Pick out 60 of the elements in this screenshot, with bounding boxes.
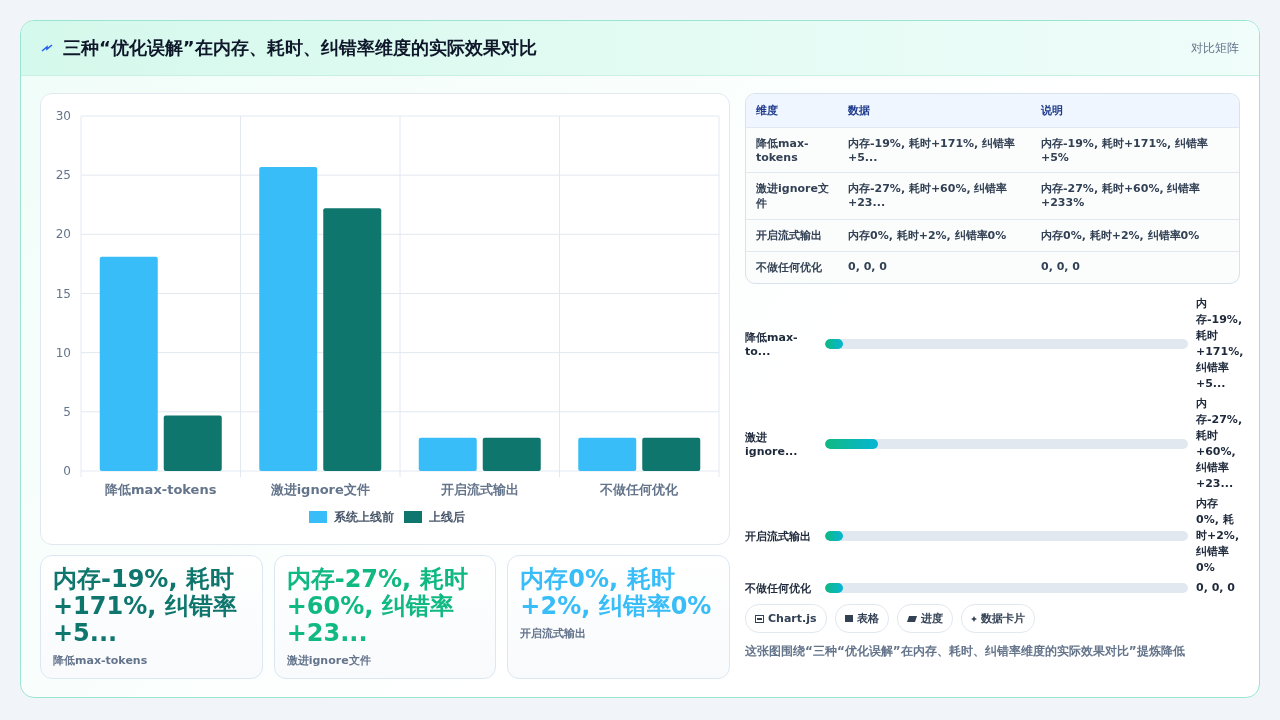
bar	[163, 415, 222, 471]
column-header: 说明	[1041, 103, 1064, 118]
progress-label: 降低max-to...	[745, 330, 799, 358]
bar	[418, 437, 477, 471]
chip-button[interactable]: 进度	[896, 604, 953, 633]
bar	[482, 437, 541, 471]
y-tick-label: 30	[55, 109, 71, 123]
table-cell-text: 内存-27%, 耗时+60%, 纠错率+23...	[848, 181, 1009, 211]
table-cell-text: 内存-19%, 耗时+171%, 纠错率+5...	[848, 136, 1017, 164]
stat-label: 降低max-tokens	[53, 653, 149, 668]
x-axis-label: 激进ignore文件	[270, 482, 370, 497]
y-tick-label: 20	[55, 227, 71, 242]
table-cell-text: 内存0%, 耗时+2%, 纠错率0%	[1041, 228, 1201, 243]
lightning-icon	[41, 43, 53, 53]
progress-label: 开启流式输出	[745, 528, 812, 544]
y-tick-label: 5	[63, 404, 71, 419]
progress-reading: 0, 0, 0	[1196, 580, 1236, 596]
table-cell-text: 内存0%, 耗时+2%, 纠错率0%	[848, 228, 1008, 243]
chip-button[interactable]: 表格	[834, 604, 889, 633]
x-axis-label: 开启流式输出	[440, 482, 519, 497]
table-cell-text: 内存-27%, 耗时+60%, 纠错率+233%	[1041, 181, 1202, 211]
table-cell-text: 不做任何优化	[755, 260, 823, 275]
y-tick-label: 10	[55, 345, 71, 360]
y-tick-label: 0	[63, 464, 71, 478]
stat-label: 激进ignore文件	[286, 653, 372, 668]
x-axis-label: 不做任何优化	[600, 482, 679, 497]
table-cell-text: 降低max-tokens	[755, 136, 810, 164]
chip-button[interactable]: Chart.js	[745, 604, 827, 633]
page-title: 三种“优化误解”在内存、耗时、纠错率维度的实际效果对比	[63, 36, 538, 60]
table-cell-text: 0, 0, 0	[1041, 260, 1081, 275]
progress-reading: 内存0%, 耗时+2%, 纠错率0%	[1196, 496, 1240, 576]
table-cell-text: 内存-19%, 耗时+171%, 纠错率+5%	[1041, 136, 1210, 164]
table-cell-text: 激进ignore文件	[755, 181, 830, 211]
stat-value: 内存-19%, 耗时+171%, 纠错率+5...	[53, 566, 238, 647]
progress-label: 不做任何优化	[745, 580, 812, 596]
x-axis-label: 降低max-tokens	[105, 482, 217, 497]
chart-icon	[755, 614, 764, 623]
legend-label: 系统上线前	[334, 510, 394, 524]
table-icon	[844, 615, 853, 622]
y-tick-label: 15	[55, 286, 71, 301]
bar	[578, 437, 637, 471]
legend-swatch	[404, 511, 422, 523]
progress-icon	[906, 615, 917, 622]
column-header: 维度	[755, 103, 779, 118]
view-label: 对比矩阵	[1191, 39, 1239, 57]
stat-label: 开启流式输出	[520, 626, 588, 641]
summary-text: 这张图围绕“三种“优化误解”在内存、耗时、纠错率维度的实际效果对比”提炼降低	[745, 643, 1186, 660]
chip-button[interactable]: 数据卡片	[960, 604, 1035, 633]
sparkle-icon	[970, 615, 977, 622]
progress-label: 激进ignore...	[745, 430, 799, 458]
stat-value: 内存-27%, 耗时+60%, 纠错率+23...	[286, 566, 469, 647]
bar	[642, 437, 701, 471]
legend-swatch	[309, 511, 327, 523]
table-cell-text: 0, 0, 0	[848, 260, 888, 275]
progress-reading: 内存-27%, 耗时+60%, 纠错率+23...	[1196, 396, 1240, 492]
stat-value: 内存0%, 耗时+2%, 纠错率0%	[520, 566, 713, 620]
legend-label: 上线后	[429, 510, 465, 524]
table-cell-text: 开启流式输出	[755, 228, 823, 243]
y-tick-label: 25	[55, 168, 71, 183]
column-header: 数据	[848, 103, 871, 118]
